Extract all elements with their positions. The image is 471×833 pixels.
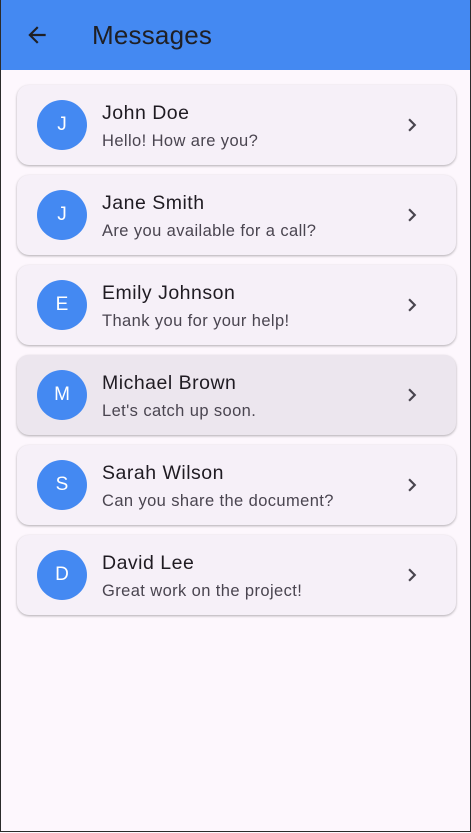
avatar: J xyxy=(37,190,87,240)
contact-name: Emily Johnson xyxy=(102,282,236,304)
chevron-right-icon xyxy=(408,208,417,222)
conversation-item[interactable]: M Michael Brown Let's catch up soon. xyxy=(17,355,456,435)
conversation-item[interactable]: E Emily Johnson Thank you for your help! xyxy=(17,265,456,345)
contact-name: David Lee xyxy=(102,552,195,574)
contact-name: Jane Smith xyxy=(102,192,205,214)
chevron-right-icon xyxy=(408,298,417,312)
contact-name: Michael Brown xyxy=(102,372,237,394)
chevron-right-icon xyxy=(408,388,417,402)
page-title: Messages xyxy=(92,20,213,50)
conversation-list: J John Doe Hello! How are you? J Jane Sm… xyxy=(17,85,456,625)
conversation-item[interactable]: S Sarah Wilson Can you share the documen… xyxy=(17,445,456,525)
avatar: S xyxy=(37,460,87,510)
conversation-item[interactable]: J John Doe Hello! How are you? xyxy=(17,85,456,165)
message-preview: Let's catch up soon. xyxy=(102,402,257,420)
avatar: D xyxy=(37,550,87,600)
chevron-right-icon xyxy=(408,478,417,492)
conversation-item[interactable]: D David Lee Great work on the project! xyxy=(17,535,456,615)
chevron-right-icon xyxy=(408,568,417,582)
message-preview: Great work on the project! xyxy=(102,582,303,600)
contact-name: John Doe xyxy=(102,102,190,124)
message-preview: Are you available for a call? xyxy=(102,222,317,240)
app-bar: Messages xyxy=(1,0,470,70)
app-frame: Messages J John Doe Hello! How are you? … xyxy=(0,0,471,832)
chevron-right-icon xyxy=(408,118,417,132)
avatar: J xyxy=(37,100,87,150)
message-preview: Hello! How are you? xyxy=(102,132,259,150)
message-preview: Can you share the document? xyxy=(102,492,334,510)
message-preview: Thank you for your help! xyxy=(102,312,290,330)
arrow-back-icon xyxy=(28,26,46,44)
avatar: M xyxy=(37,370,87,420)
avatar: E xyxy=(37,280,87,330)
back-button[interactable] xyxy=(19,17,55,53)
conversation-item[interactable]: J Jane Smith Are you available for a cal… xyxy=(17,175,456,255)
contact-name: Sarah Wilson xyxy=(102,462,224,484)
